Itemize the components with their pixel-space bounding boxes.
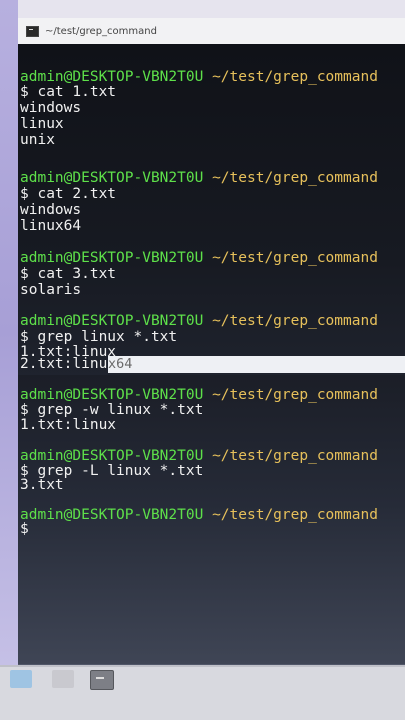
prompt-line: admin@DESKTOP-VBN2T0U ~/test/grep_comman… <box>20 69 378 85</box>
output-line: 1.txt:linux <box>20 417 117 433</box>
window-title: ~/test/grep_command <box>45 25 157 37</box>
prompt-user: admin@DESKTOP-VBN2T0U <box>20 313 204 329</box>
prompt-path: ~/test/grep_command <box>212 507 378 523</box>
command-prompt-line[interactable]: $ <box>20 521 29 537</box>
prompt-line: admin@DESKTOP-VBN2T0U ~/test/grep_comman… <box>20 507 378 523</box>
prompt-user: admin@DESKTOP-VBN2T0U <box>20 170 204 186</box>
output-line: linux64 <box>20 218 82 234</box>
terminal-icon[interactable] <box>90 670 114 690</box>
terminal-app-icon <box>26 25 39 37</box>
prompt-path: ~/test/grep_command <box>212 69 378 85</box>
command-line: $ grep -w linux *.txt <box>20 402 204 418</box>
desktop-edge <box>0 0 18 665</box>
output-line: windows <box>20 202 82 218</box>
terminal-output-lower[interactable]: admin@DESKTOP-VBN2T0U ~/test/grep_comman… <box>18 375 405 664</box>
prompt-line: admin@DESKTOP-VBN2T0U ~/test/grep_comman… <box>20 170 378 186</box>
output-line: solaris <box>20 282 82 298</box>
prompt-path: ~/test/grep_command <box>212 448 378 464</box>
screen: ~/test/grep_command admin@DESKTOP-VBN2T0… <box>0 0 405 720</box>
selected-text: x64 <box>108 356 133 372</box>
prompt-path: ~/test/grep_command <box>212 170 378 186</box>
top-bezel <box>0 0 405 18</box>
prompt-path: ~/test/grep_command <box>212 313 378 329</box>
taskbar <box>0 665 405 720</box>
command-line: $ grep linux *.txt <box>20 329 178 345</box>
prompt-user: admin@DESKTOP-VBN2T0U <box>20 448 204 464</box>
prompt-path: ~/test/grep_command <box>212 250 378 266</box>
prompt-user: admin@DESKTOP-VBN2T0U <box>20 387 204 403</box>
output-line: 3.txt <box>20 477 64 493</box>
command-line: $ cat 2.txt <box>20 186 117 202</box>
output-line: windows <box>20 100 82 116</box>
prompt-line: admin@DESKTOP-VBN2T0U ~/test/grep_comman… <box>20 448 378 464</box>
file-explorer-icon[interactable] <box>52 670 74 688</box>
selection-highlight <box>108 356 405 373</box>
output-line: unix <box>20 132 55 148</box>
output-line: 2.txt:linu <box>20 356 108 372</box>
prompt-user: admin@DESKTOP-VBN2T0U <box>20 507 204 523</box>
output-line: linux <box>20 116 64 132</box>
prompt-line: admin@DESKTOP-VBN2T0U ~/test/grep_comman… <box>20 313 378 329</box>
prompt-user: admin@DESKTOP-VBN2T0U <box>20 250 204 266</box>
prompt-path: ~/test/grep_command <box>212 387 378 403</box>
taskbar-edge <box>0 665 405 667</box>
prompt-user: admin@DESKTOP-VBN2T0U <box>20 69 204 85</box>
prompt-line: admin@DESKTOP-VBN2T0U ~/test/grep_comman… <box>20 387 378 403</box>
command-line: $ cat 3.txt <box>20 266 117 282</box>
prompt-line: admin@DESKTOP-VBN2T0U ~/test/grep_comman… <box>20 250 378 266</box>
terminal-titlebar[interactable]: ~/test/grep_command <box>18 18 405 45</box>
start-icon[interactable] <box>10 670 32 688</box>
command-line: $ cat 1.txt <box>20 84 117 100</box>
